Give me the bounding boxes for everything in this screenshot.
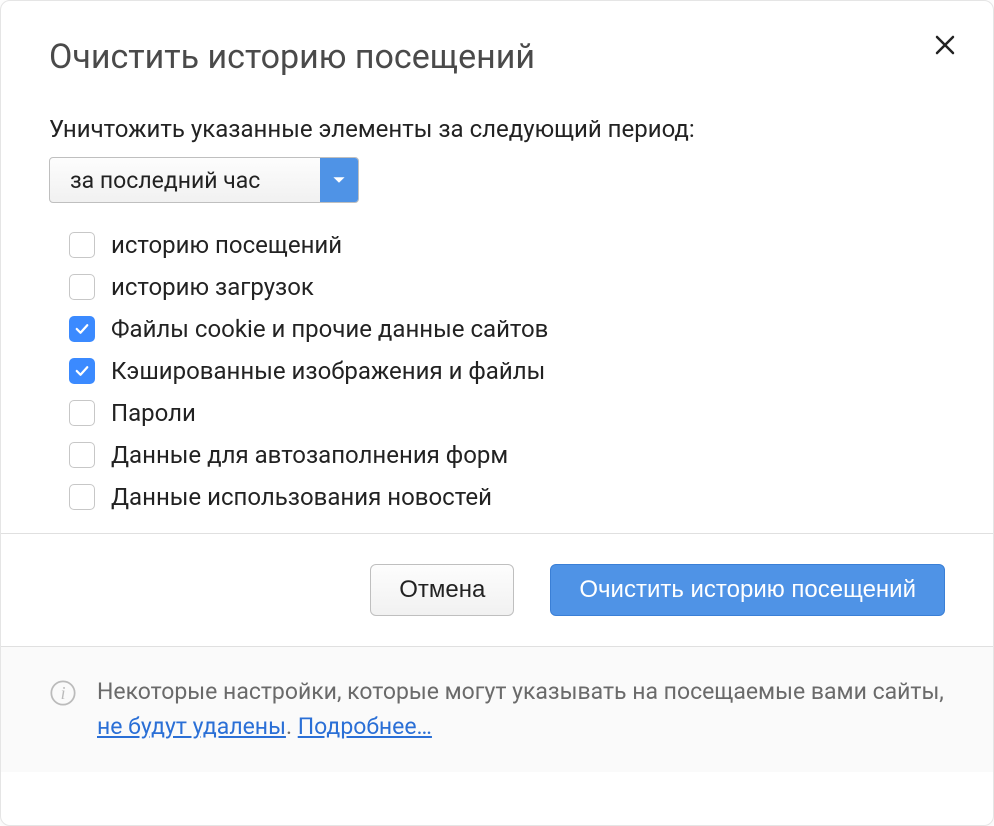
option-row[interactable]: Данные для автозаполнения форм	[69, 441, 945, 469]
option-label: Кэшированные изображения и файлы	[111, 357, 545, 385]
option-row[interactable]: Кэшированные изображения и файлы	[69, 357, 945, 385]
option-label: историю загрузок	[111, 273, 314, 301]
checkbox-unchecked-icon[interactable]	[69, 274, 95, 300]
option-row[interactable]: историю загрузок	[69, 273, 945, 301]
checkbox-unchecked-icon[interactable]	[69, 484, 95, 510]
dialog-body: Уничтожить указанные элементы за следующ…	[1, 87, 993, 533]
option-row[interactable]: Пароли	[69, 399, 945, 427]
checkbox-checked-icon[interactable]	[69, 316, 95, 342]
info-link-not-deleted[interactable]: не будут удалены	[97, 713, 286, 740]
confirm-button[interactable]: Очистить историю посещений	[550, 564, 945, 616]
option-label: Данные для автозаполнения форм	[111, 441, 508, 469]
dialog-footer: Отмена Очистить историю посещений	[1, 533, 993, 647]
option-row[interactable]: Файлы cookie и прочие данные сайтов	[69, 315, 945, 343]
checkbox-checked-icon[interactable]	[69, 358, 95, 384]
period-select-value: за последний час	[50, 158, 320, 202]
info-text-middle: .	[286, 713, 298, 740]
option-label: историю посещений	[111, 231, 342, 259]
info-bar: i Некоторые настройки, которые могут ука…	[1, 647, 993, 772]
dialog-title: Очистить историю посещений	[49, 37, 945, 77]
options-list: историю посещений историю загрузок Файлы c…	[49, 231, 945, 511]
info-text: Некоторые настройки, которые могут указы…	[97, 675, 945, 744]
close-button[interactable]	[929, 29, 961, 61]
option-label: Данные использования новостей	[111, 483, 492, 511]
dialog-header: Очистить историю посещений	[1, 1, 993, 87]
cancel-button[interactable]: Отмена	[370, 564, 514, 616]
option-label: Пароли	[111, 399, 196, 427]
option-label: Файлы cookie и прочие данные сайтов	[111, 315, 548, 343]
period-select[interactable]: за последний час	[49, 157, 359, 203]
period-prompt: Уничтожить указанные элементы за следующ…	[49, 115, 945, 143]
option-row[interactable]: историю посещений	[69, 231, 945, 259]
info-icon: i	[49, 679, 77, 707]
info-link-learn-more[interactable]: Подробнее…	[298, 713, 432, 740]
clear-history-dialog: Очистить историю посещений Уничтожить ук…	[0, 0, 994, 826]
checkbox-unchecked-icon[interactable]	[69, 400, 95, 426]
option-row[interactable]: Данные использования новостей	[69, 483, 945, 511]
info-text-before: Некоторые настройки, которые могут указы…	[97, 678, 944, 705]
chevron-down-icon	[320, 158, 358, 202]
checkbox-unchecked-icon[interactable]	[69, 232, 95, 258]
svg-text:i: i	[61, 683, 66, 703]
checkbox-unchecked-icon[interactable]	[69, 442, 95, 468]
close-icon	[933, 33, 957, 57]
